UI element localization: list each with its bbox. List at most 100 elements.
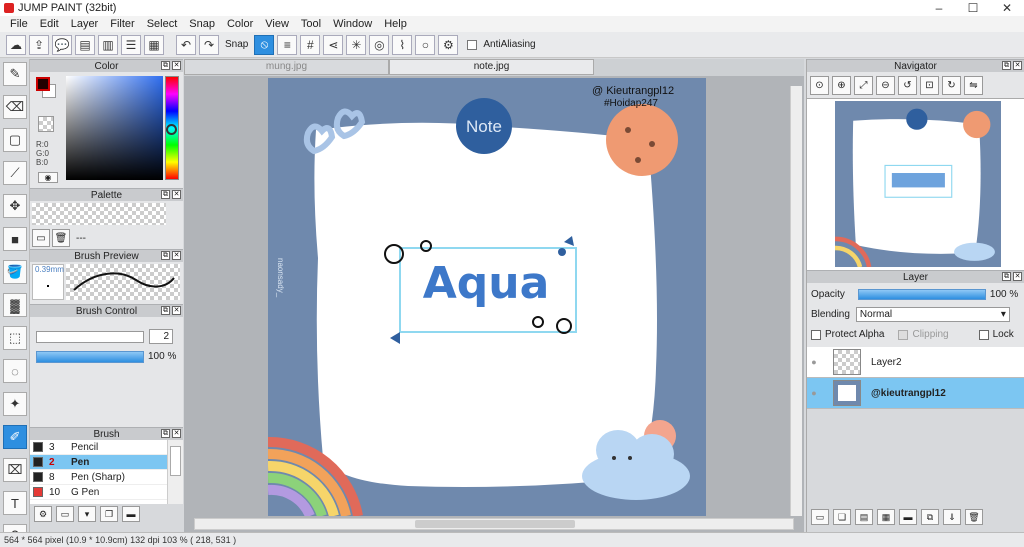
zoom-fit-icon[interactable]: ⊙ (810, 75, 829, 95)
layer-row-kieutrangpl12[interactable]: ● @kieutrangpl12 (807, 378, 1024, 409)
layer-row-layer2[interactable]: ● Layer2 (807, 347, 1024, 378)
transparent-swatch[interactable] (38, 116, 54, 132)
clipping-checkbox[interactable] (898, 329, 909, 340)
menu-color[interactable]: Color (221, 18, 259, 30)
foreground-color-swatch[interactable] (36, 77, 50, 91)
close-panel-icon[interactable]: ✕ (1013, 61, 1022, 70)
new-layer-copy-icon[interactable]: ❏ (833, 509, 851, 525)
cloud-icon[interactable]: ☁ (6, 34, 26, 55)
palette-swatches[interactable] (32, 203, 166, 225)
saturation-value-picker[interactable] (66, 76, 163, 180)
redo-icon[interactable]: ↷ (199, 34, 219, 55)
menu-file[interactable]: File (4, 18, 34, 30)
snap-ellipse-icon[interactable]: ○ (415, 34, 436, 55)
color-mode-icon[interactable]: ◉ (38, 172, 58, 183)
gradient-tool-icon[interactable]: ▓ (3, 293, 27, 317)
line-tool-icon[interactable]: ⟋ (3, 161, 27, 185)
menu-select[interactable]: Select (141, 18, 184, 30)
blending-select[interactable]: Normal (855, 307, 1010, 322)
detach-icon[interactable]: ⧉ (161, 306, 170, 315)
brush-item-g-pen[interactable]: 10 G Pen (30, 485, 183, 500)
detach-icon[interactable]: ⧉ (161, 190, 170, 199)
page-icon[interactable]: ▥ (98, 34, 118, 55)
brush-tool-icon[interactable]: ✎ (3, 62, 27, 86)
menu-layer[interactable]: Layer (65, 18, 105, 30)
snap-parallel-icon[interactable]: ≡ (277, 34, 298, 55)
delete-layer-icon[interactable]: 🗑 (965, 509, 983, 525)
snap-circle-icon[interactable]: ◎ (369, 34, 390, 55)
close-panel-icon[interactable]: ✕ (1013, 272, 1022, 281)
text-tool-icon[interactable]: T (3, 491, 27, 515)
new-folder-icon[interactable]: ▬ (899, 509, 917, 525)
rotate-reset-icon[interactable]: ⊡ (920, 75, 939, 95)
close-panel-icon[interactable]: ✕ (172, 306, 181, 315)
brush-item-pencil[interactable]: 3 Pencil (30, 440, 183, 455)
layer-opacity-slider[interactable] (857, 289, 986, 300)
menu-snap[interactable]: Snap (183, 18, 221, 30)
close-button[interactable]: ✕ (990, 0, 1024, 16)
detach-icon[interactable]: ⧉ (161, 429, 170, 438)
brush-item-pen-sharp[interactable]: 8 Pen (Sharp) (30, 470, 183, 485)
brush-item-pen[interactable]: 2 Pen (30, 455, 183, 470)
close-panel-icon[interactable]: ✕ (172, 190, 181, 199)
merge-layer-icon[interactable]: ⇓ (943, 509, 961, 525)
snap-perspective-icon[interactable]: ⋖ (323, 34, 344, 55)
hue-slider-handle[interactable] (166, 124, 177, 135)
brush-list-scrollbar[interactable] (167, 440, 183, 504)
menu-filter[interactable]: Filter (104, 18, 140, 30)
menu-edit[interactable]: Edit (34, 18, 65, 30)
zoom-in-icon[interactable]: ⊕ (832, 75, 851, 95)
menu-view[interactable]: View (259, 18, 295, 30)
delete-palette-icon[interactable]: 🗑 (52, 229, 70, 247)
bucket-tool-icon[interactable]: 🪣 (3, 260, 27, 284)
visibility-icon[interactable]: ● (807, 357, 821, 367)
brush-size-input[interactable]: 2 (149, 329, 173, 344)
export-icon[interactable]: ⇪ (29, 34, 49, 55)
lasso-tool-icon[interactable]: ◌ (3, 359, 27, 383)
brush-folder-icon[interactable]: ▬ (122, 506, 140, 522)
brush-opacity-slider[interactable] (36, 351, 144, 363)
magic-wand-tool-icon[interactable]: ✦ (3, 392, 27, 416)
eraser-tool-icon[interactable]: ⌫ (3, 95, 27, 119)
new-layer-icon[interactable]: ▭ (811, 509, 829, 525)
visibility-icon[interactable]: ● (807, 388, 821, 398)
close-panel-icon[interactable]: ✕ (172, 429, 181, 438)
snap-curve-icon[interactable]: ⌇ (392, 34, 413, 55)
snap-grid-icon[interactable]: # (300, 34, 321, 55)
canvas-vertical-scrollbar[interactable] (790, 86, 802, 516)
lock-checkbox[interactable] (978, 329, 989, 340)
grid-icon[interactable]: ▦ (144, 34, 164, 55)
rotate-left-icon[interactable]: ↺ (898, 75, 917, 95)
menu-window[interactable]: Window (327, 18, 378, 30)
new-palette-icon[interactable]: ▭ (32, 229, 50, 247)
brush-size-slider[interactable] (36, 331, 144, 343)
new-halftone-layer-icon[interactable]: ▦ (877, 509, 895, 525)
select-rect-tool-icon[interactable]: ⬚ (3, 326, 27, 350)
copy-brush-icon[interactable]: ❐ (100, 506, 118, 522)
tab-note[interactable]: note.jpg (389, 59, 594, 75)
speech-bubble-icon[interactable]: 💬 (52, 34, 72, 55)
close-panel-icon[interactable]: ✕ (172, 61, 181, 70)
flip-icon[interactable]: ⇋ (964, 75, 983, 95)
select-pen-tool-icon[interactable]: ✐ (3, 425, 27, 449)
select-eraser-tool-icon[interactable]: ⌧ (3, 458, 27, 482)
antialias-checkbox[interactable] (467, 39, 478, 50)
list-icon[interactable]: ☰ (121, 34, 141, 55)
canvas-area[interactable]: Note @ Kieutrangpl12 #Hoidap247 Aqua nao… (184, 76, 804, 532)
close-panel-icon[interactable]: ✕ (172, 251, 181, 260)
canvas-horizontal-scrollbar[interactable] (194, 518, 794, 530)
brush-settings-icon[interactable]: ⚙ (34, 506, 52, 522)
move-tool-icon[interactable]: ✥ (3, 194, 27, 218)
snap-settings-icon[interactable]: ⚙ (438, 34, 459, 55)
fit-window-icon[interactable]: ⤢ (854, 75, 873, 95)
brush-menu-icon[interactable]: ▾ (78, 506, 96, 522)
duplicate-layer-icon[interactable]: ⧉ (921, 509, 939, 525)
artwork-canvas[interactable]: Note @ Kieutrangpl12 #Hoidap247 Aqua nao… (268, 78, 706, 516)
detach-icon[interactable]: ⧉ (1002, 272, 1011, 281)
detach-icon[interactable]: ⧉ (1002, 61, 1011, 70)
comment-icon[interactable]: ▤ (75, 34, 95, 55)
snap-radial-icon[interactable]: ✳ (346, 34, 367, 55)
new-brush-icon[interactable]: ▭ (56, 506, 74, 522)
menu-help[interactable]: Help (378, 18, 413, 30)
menu-tool[interactable]: Tool (295, 18, 327, 30)
